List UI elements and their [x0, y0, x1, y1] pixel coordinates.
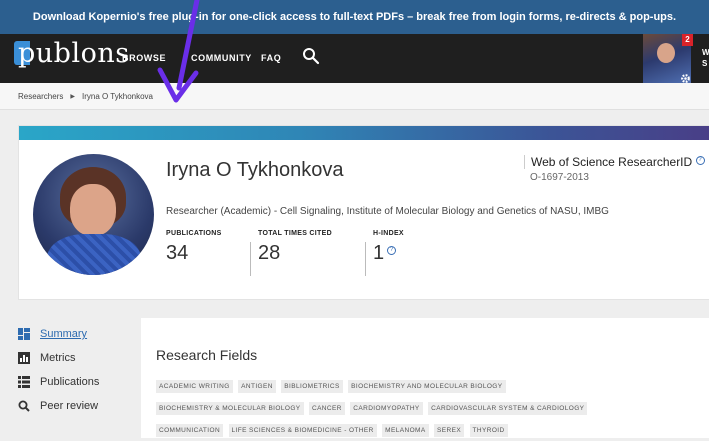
sidebar-item-peer-review[interactable]: Peer review: [18, 394, 138, 418]
dashboard-icon: [18, 328, 30, 340]
sidebar-item-label: Publications: [40, 376, 100, 388]
metric-value: 1?: [373, 242, 404, 265]
metric-publications[interactable]: PUBLICATIONS 34: [166, 230, 222, 272]
avatar-face: [657, 43, 675, 63]
research-field-tag[interactable]: LIFE SCIENCES & BIOMEDICINE - OTHER: [228, 424, 377, 437]
research-field-tag[interactable]: ACADEMIC WRITING: [156, 380, 233, 393]
research-field-tag[interactable]: CANCER: [308, 402, 345, 415]
card-gradient-stripe: [19, 126, 709, 140]
list-icon: [18, 376, 30, 388]
sidebar-item-label: Metrics: [40, 352, 76, 364]
researcher-role: Researcher (Academic) - Cell Signaling, …: [166, 206, 609, 217]
research-field-tag[interactable]: COMMUNICATION: [156, 424, 224, 437]
caret-right-icon: ▶: [70, 93, 75, 100]
metric-label: H-INDEX: [373, 230, 404, 237]
photo-face: [70, 184, 116, 236]
research-field-tag[interactable]: THYROID: [469, 424, 508, 437]
research-field-tag[interactable]: SEREX: [434, 424, 465, 437]
metric-value: 28: [258, 242, 281, 264]
breadcrumb-current: Iryna O Tykhonkova: [81, 91, 153, 101]
top-navigation: publons BROWSE COMMUNITY FAQ 2 WS: [0, 34, 709, 83]
nav-faq[interactable]: FAQ: [261, 53, 281, 63]
research-fields-tags: ACADEMIC WRITING ANTIGEN BIBLIOMETRICS B…: [156, 375, 709, 441]
banner-text[interactable]: Download Kopernio's free plug-in for one…: [33, 11, 676, 23]
metric-value: 34: [166, 242, 189, 264]
metric-divider: [250, 242, 251, 276]
research-field-tag[interactable]: ANTIGEN: [238, 380, 276, 393]
sidebar-item-summary[interactable]: Summary: [18, 322, 138, 346]
profile-sidebar: Summary Metrics Publications Peer review: [18, 322, 138, 418]
nav-browse[interactable]: BROWSE: [122, 53, 166, 63]
research-field-tag[interactable]: MELANOMA: [382, 424, 429, 437]
sidebar-item-label: Summary: [40, 328, 88, 340]
notification-badge[interactable]: 2: [682, 34, 693, 46]
sidebar-item-metrics[interactable]: Metrics: [18, 346, 138, 370]
metric-label: PUBLICATIONS: [166, 230, 222, 237]
researcher-id-label: Web of Science ResearcherID ?: [524, 155, 705, 169]
breadcrumb: Researchers ▶ Iryna O Tykhonkova: [0, 83, 709, 110]
metric-label: TOTAL TIMES CITED: [258, 230, 332, 237]
research-fields-title: Research Fields: [156, 347, 258, 363]
breadcrumb-researchers[interactable]: Researchers: [18, 92, 63, 101]
research-field-tag[interactable]: BIBLIOMETRICS: [281, 380, 343, 393]
help-icon[interactable]: ?: [387, 246, 397, 256]
metric-divider: [365, 242, 366, 276]
username-fragment[interactable]: WS: [702, 47, 709, 69]
nav-community[interactable]: COMMUNITY: [191, 53, 252, 63]
profile-card: Iryna O Tykhonkova Web of Science Resear…: [18, 125, 709, 300]
search-icon[interactable]: [302, 47, 320, 70]
research-field-tag[interactable]: BIOCHEMISTRY AND MOLECULAR BIOLOGY: [348, 380, 506, 393]
researcher-name: Iryna O Tykhonkova: [166, 159, 344, 181]
h-index-value: 1: [373, 242, 385, 264]
magnifier-icon: [18, 400, 30, 412]
research-field-tag[interactable]: CARDIOVASCULAR SYSTEM & CARDIOLOGY: [428, 402, 588, 415]
researcher-id-label-text: Web of Science ResearcherID: [531, 155, 693, 169]
metric-times-cited[interactable]: TOTAL TIMES CITED 28: [250, 230, 332, 276]
kopernio-banner[interactable]: Download Kopernio's free plug-in for one…: [0, 0, 709, 34]
research-field-tag[interactable]: BIOCHEMISTRY & MOLECULAR BIOLOGY: [156, 402, 304, 415]
bar-chart-icon: [18, 352, 30, 364]
researcher-id-value: O-1697-2013: [530, 172, 589, 183]
sidebar-item-label: Peer review: [40, 400, 99, 412]
metric-h-index[interactable]: H-INDEX 1?: [365, 230, 404, 276]
research-fields-panel: Research Fields ACADEMIC WRITING ANTIGEN…: [141, 318, 709, 438]
publons-logo[interactable]: publons: [18, 38, 130, 69]
help-icon[interactable]: ?: [695, 156, 705, 165]
sidebar-item-publications[interactable]: Publications: [18, 370, 138, 394]
profile-photo: [33, 154, 154, 275]
photo-body: [47, 234, 141, 275]
research-field-tag[interactable]: CARDIOMYOPATHY: [350, 402, 423, 415]
